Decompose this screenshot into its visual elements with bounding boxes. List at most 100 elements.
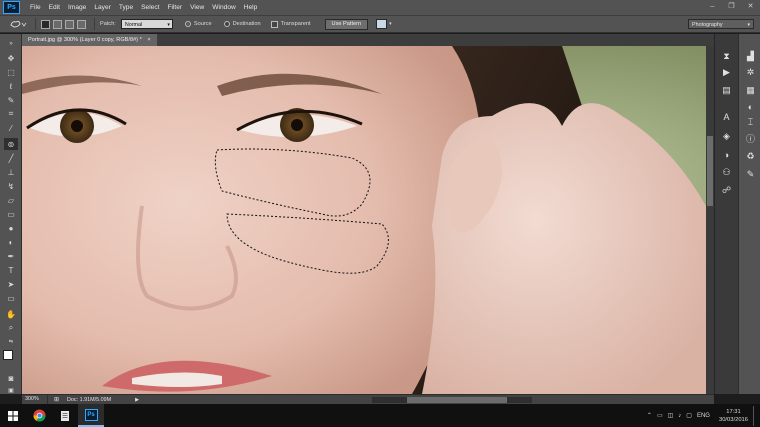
clone-source-panel-icon[interactable]: ♻ [744,150,757,163]
type-tool-icon[interactable]: T [4,264,18,276]
windows-taskbar: Ps ⌃ ▭ ◫ ♪ ▢ ENG 17:31 30/03/2016 [0,404,760,427]
foreground-color-swatch[interactable] [3,350,13,360]
patch-tool-icon[interactable]: ⊚ [4,138,18,150]
quick-select-tool-icon[interactable]: ✎ [4,94,18,106]
destination-radio[interactable] [223,21,230,27]
screen-mode-icon[interactable]: ▣ [4,386,18,394]
menu-layer[interactable]: Layer [90,0,115,15]
show-desktop-button[interactable] [753,405,756,426]
swatches-panel-icon[interactable]: ◐ [744,100,757,113]
menu-select[interactable]: Select [137,0,163,15]
use-pattern-button[interactable]: Use Pattern [324,18,369,30]
vertical-scrollbar[interactable] [706,46,714,394]
destination-label: Destination [232,21,261,27]
pattern-swatch[interactable] [376,19,388,29]
shape-tool-icon[interactable]: ▭ [4,292,18,304]
close-button[interactable]: ✕ [744,1,757,12]
menu-window[interactable]: Window [208,0,239,15]
tray-expand-icon[interactable]: ⌃ [647,412,652,419]
pattern-dropdown-arrow-icon[interactable]: ▾ [389,21,392,27]
path-selection-tool-icon[interactable]: ➤ [4,278,18,290]
menu-image[interactable]: Image [64,0,90,15]
add-selection-mode[interactable] [53,19,62,29]
chrome-taskbar-button[interactable] [26,404,52,427]
info-panel-icon[interactable]: ⓘ [744,132,757,145]
network-icon[interactable]: ◫ [668,412,674,419]
image-canvas[interactable] [22,46,706,394]
layers-panel-icon[interactable]: ◈ [720,130,733,143]
language-indicator[interactable]: ENG [697,413,710,419]
dropdown-arrow-icon: ▾ [747,22,750,28]
eyedropper-tool-icon[interactable]: ⁄ [4,122,18,134]
tab-close-icon[interactable]: × [147,37,150,43]
options-bar: Patch: Normal ▾ Source Destination Trans… [0,15,760,33]
source-radio[interactable] [184,21,191,27]
minimize-button[interactable]: – [706,1,719,12]
clone-stamp-tool-icon[interactable]: ⊥ [4,166,18,178]
toolbox-collapse-icon[interactable]: » [4,38,18,50]
workspace-dropdown[interactable]: Photography ▾ [688,19,754,29]
history-panel-icon[interactable]: ⧗ [720,50,733,63]
quick-mask-icon[interactable]: ◙ [4,372,18,384]
styles-panel-icon[interactable]: ⌶ [744,116,757,129]
pen-tool-icon[interactable]: ✒ [4,250,18,262]
menu-type[interactable]: Type [115,0,137,15]
window-controls: – ❐ ✕ [706,1,757,12]
portrait-photo [22,46,706,394]
battery-icon[interactable]: ▭ [657,412,663,419]
transparent-checkbox[interactable] [270,20,278,28]
blur-tool-icon[interactable]: ● [4,222,18,234]
paths-panel-icon[interactable]: ☍ [720,184,733,197]
volume-icon[interactable]: ♪ [678,413,681,419]
actions-panel-icon[interactable]: ▶ [720,66,733,79]
notes-panel-icon[interactable]: ✎ [744,168,757,181]
menu-filter[interactable]: Filter [163,0,186,15]
marquee-tool-icon[interactable]: ⬚ [4,66,18,78]
color-panel-icon[interactable]: ▦ [744,84,757,97]
notification-icon[interactable]: ▢ [686,412,692,419]
windows-logo-icon [8,410,18,421]
zoom-level-field[interactable]: 300% [22,395,48,404]
dodge-tool-icon[interactable]: ◐ [4,236,18,248]
menu-file[interactable]: File [26,0,45,15]
histogram-panel-icon[interactable]: ▟ [744,50,757,63]
document-tab[interactable]: Portrait.jpg @ 300% (Layer 0 copy, RGB/8… [22,34,157,46]
hand-tool-icon[interactable]: ✋ [4,308,18,320]
character-panel-icon[interactable]: A [720,110,733,123]
zoom-tool-icon[interactable]: ⌕ [4,322,18,334]
taskbar-clock[interactable]: 17:31 30/03/2016 [719,408,748,424]
tool-preset-picker[interactable] [6,17,30,31]
doc-info: Doc: 1.91M/5.09M [67,396,112,403]
eraser-tool-icon[interactable]: ▱ [4,194,18,206]
source-label: Source [193,21,212,27]
brush-presets-panel-icon[interactable]: ▤ [720,84,733,97]
menu-view[interactable]: View [186,0,208,15]
menu-help[interactable]: Help [240,0,262,15]
color-swap-icon[interactable]: ⇆ [4,336,18,348]
start-button[interactable] [0,404,26,427]
crop-tool-icon[interactable]: ⌗ [4,108,18,120]
horizontal-scroll-thumb[interactable] [407,397,507,403]
status-bar: 300% ⊞ Doc: 1.91M/5.09M ▶ [22,394,714,404]
intersect-selection-mode[interactable] [77,19,86,29]
lasso-tool-icon[interactable]: ℓ [4,80,18,92]
export-icon[interactable]: ⊞ [54,396,59,403]
patch-mode-dropdown[interactable]: Normal ▾ [120,19,173,29]
new-selection-mode[interactable] [41,19,50,29]
subtract-selection-mode[interactable] [65,19,74,29]
restore-button[interactable]: ❐ [725,1,738,12]
file-explorer-taskbar-button[interactable] [52,404,78,427]
horizontal-scrollbar[interactable] [372,397,532,403]
navigator-panel-icon[interactable]: ✲ [744,66,757,79]
toolbox: » ✥ ⬚ ℓ ✎ ⌗ ⁄ ⊚ ╱ ⊥ ↯ ▱ ▭ ● ◐ ✒ T ➤ ▭ ✋ … [0,34,22,394]
gradient-tool-icon[interactable]: ▭ [4,208,18,220]
status-menu-arrow-icon[interactable]: ▶ [135,397,139,403]
adjustments-panel-icon[interactable]: ⚇ [720,166,733,179]
history-brush-tool-icon[interactable]: ↯ [4,180,18,192]
vertical-scroll-thumb[interactable] [707,136,713,206]
brush-tool-icon[interactable]: ╱ [4,152,18,164]
channels-panel-icon[interactable]: ◑ [720,148,733,161]
photoshop-taskbar-button[interactable]: Ps [78,404,104,427]
move-tool-icon[interactable]: ✥ [4,52,18,64]
menu-edit[interactable]: Edit [45,0,64,15]
